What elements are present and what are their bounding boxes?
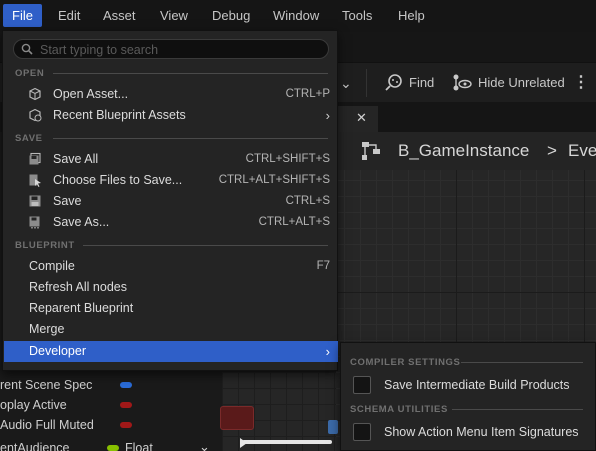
menu-item-label: Save All (53, 152, 99, 166)
file-menu: Start typing to search OPEN Open Asset..… (2, 30, 338, 371)
menu-item-label: Reparent Blueprint (29, 301, 134, 315)
variable-row[interactable]: entAudience (0, 438, 70, 451)
section-divider (461, 362, 583, 363)
menu-edit[interactable]: Edit (49, 4, 89, 27)
variable-name: oplay Active (0, 398, 67, 412)
menu-item-refresh-all-nodes[interactable]: Refresh All nodes (4, 277, 338, 298)
section-save: SAVE (15, 133, 43, 144)
menu-item-save[interactable]: Save CTRL+S (4, 191, 338, 212)
menu-item-shortcut: CTRL+SHIFT+S (245, 153, 330, 165)
variable-type-pill (120, 422, 132, 428)
variable-row[interactable]: rent Scene Spec (0, 375, 92, 395)
section-divider (83, 245, 328, 246)
hide-unrelated-label: Hide Unrelated (478, 75, 565, 90)
choose-files-icon (29, 174, 41, 187)
close-tab-icon[interactable]: ✕ (356, 110, 367, 126)
search-placeholder: Start typing to search (40, 43, 159, 57)
menu-file[interactable]: File (3, 4, 42, 27)
section-blueprint: BLUEPRINT (15, 240, 75, 251)
menu-item-label: Developer (29, 344, 86, 358)
menu-item-label: Recent Blueprint Assets (53, 108, 186, 122)
menu-item-open-asset[interactable]: Open Asset... CTRL+P (4, 84, 338, 105)
menu-item-recent-blueprint-assets[interactable]: Recent Blueprint Assets › (4, 105, 338, 126)
variable-name: Audio Full Muted (0, 418, 94, 432)
more-options-icon[interactable]: ⋮ (573, 71, 589, 95)
find-label: Find (409, 75, 435, 90)
graph-icon (362, 142, 380, 160)
graph-canvas-strip (220, 372, 338, 451)
menu-item-save-all[interactable]: Save All CTRL+SHIFT+S (4, 149, 338, 170)
variable-name: entAudience (0, 441, 70, 451)
menu-item-label: Open Asset... (53, 87, 129, 101)
exec-pin-icon (240, 438, 247, 448)
recent-assets-icon (29, 108, 42, 122)
save-intermediate-build-products-label[interactable]: Save Intermediate Build Products (384, 378, 570, 392)
menu-view[interactable]: View (151, 4, 197, 27)
breadcrumb-graph[interactable]: Eve (568, 141, 596, 161)
menu-item-developer[interactable]: Developer › (4, 341, 338, 362)
graph-node[interactable] (220, 406, 254, 430)
variable-type-label: Float (125, 441, 153, 451)
open-asset-icon (29, 87, 41, 101)
menu-help[interactable]: Help (389, 4, 434, 27)
graph-tab[interactable]: ✕ (336, 106, 378, 132)
graph-node[interactable] (328, 420, 338, 434)
menu-tools[interactable]: Tools (333, 4, 381, 27)
show-action-menu-item-signatures-label[interactable]: Show Action Menu Item Signatures (384, 425, 579, 439)
save-intermediate-build-products-checkbox[interactable] (353, 376, 371, 394)
menu-item-save-as[interactable]: Save As... CTRL+ALT+S (4, 212, 338, 233)
menu-item-choose-files-to-save[interactable]: Choose Files to Save... CTRL+ALT+SHIFT+S (4, 170, 338, 191)
search-icon (21, 43, 33, 55)
menu-item-reparent-blueprint[interactable]: Reparent Blueprint (4, 298, 338, 319)
section-divider (53, 138, 328, 139)
menu-item-label: Choose Files to Save... (53, 173, 183, 187)
variable-name: rent Scene Spec (0, 378, 93, 392)
chevron-right-icon: › (325, 108, 330, 123)
save-as-icon (29, 216, 40, 229)
toolbar-divider (366, 69, 367, 97)
menu-item-shortcut: CTRL+P (285, 88, 330, 100)
variable-row[interactable]: oplay Active (0, 395, 67, 415)
graph-wire (242, 440, 332, 444)
menu-bar: File Edit Asset View Debug Window Tools … (0, 0, 596, 32)
chevron-down-icon[interactable]: ⌄ (199, 439, 210, 451)
developer-submenu: COMPILER SETTINGS Save Intermediate Buil… (340, 342, 596, 451)
section-divider (452, 409, 583, 410)
menu-item-label: Refresh All nodes (29, 280, 127, 294)
hide-unrelated-icon (453, 74, 472, 91)
menu-item-merge[interactable]: Merge (4, 319, 338, 340)
menu-item-shortcut: CTRL+S (285, 195, 330, 207)
variable-type-pill (120, 382, 132, 388)
menu-item-shortcut: F7 (316, 260, 330, 272)
my-blueprint-panel: rent Scene Spec oplay Active Audio Full … (0, 360, 222, 451)
show-action-menu-item-signatures-checkbox[interactable] (353, 423, 371, 441)
breadcrumb-asset[interactable]: B_GameInstance (398, 141, 529, 161)
variable-type-pill (120, 402, 132, 408)
menu-item-label: Compile (29, 259, 75, 273)
chevron-right-icon: › (325, 344, 330, 359)
menu-item-shortcut: CTRL+ALT+SHIFT+S (218, 174, 330, 186)
menu-debug[interactable]: Debug (203, 4, 259, 27)
menu-asset[interactable]: Asset (94, 4, 145, 27)
menu-item-compile[interactable]: Compile F7 (4, 256, 338, 277)
find-icon (385, 74, 402, 91)
menu-item-shortcut: CTRL+ALT+S (258, 216, 330, 228)
menu-item-label: Merge (29, 322, 65, 336)
save-all-icon (29, 152, 41, 165)
section-schema-utilities: SCHEMA UTILITIES (350, 404, 448, 415)
variable-type-pill (107, 445, 119, 451)
save-icon (29, 195, 41, 207)
chevron-down-icon[interactable]: ⌄ (340, 71, 352, 95)
breadcrumb-separator: > (547, 141, 557, 160)
menu-window[interactable]: Window (264, 4, 328, 27)
section-open: OPEN (15, 68, 45, 79)
menu-search-input[interactable]: Start typing to search (13, 39, 329, 59)
menu-item-label: Save (53, 194, 82, 208)
breadcrumb: B_GameInstance > Eve (336, 132, 596, 170)
menu-item-label: Save As... (53, 215, 110, 229)
variable-row[interactable]: Audio Full Muted (0, 415, 94, 435)
section-compiler-settings: COMPILER SETTINGS (350, 357, 461, 368)
section-divider (53, 73, 328, 74)
